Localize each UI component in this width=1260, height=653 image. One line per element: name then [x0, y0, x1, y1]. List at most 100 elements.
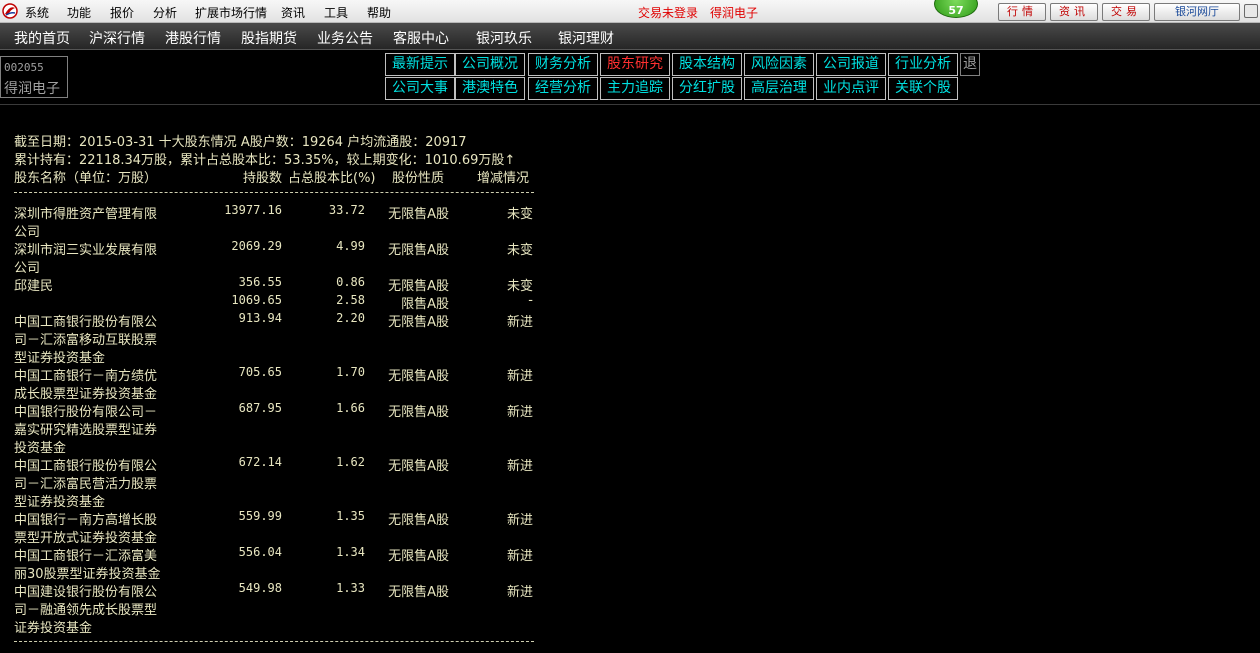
tab-shareholder-research[interactable]: 股东研究 — [600, 53, 670, 76]
holder-name: 投资基金 — [14, 441, 67, 456]
stock-code: 002055 — [4, 61, 44, 74]
tab-financial-analysis[interactable]: 财务分析 — [528, 53, 598, 76]
holder-name: 成长股票型证券投资基金 — [14, 387, 158, 402]
tab-latest-tips[interactable]: 最新提示 — [385, 53, 455, 76]
stock-name: 得润电子 — [4, 81, 60, 97]
tab-risk-factors[interactable]: 风险因素 — [744, 53, 814, 76]
holder-name: 票型开放式证券投资基金 — [14, 531, 158, 546]
holder-share-type: 无限售A股 — [388, 549, 449, 564]
online-hall-button[interactable]: 银河网厅 — [1154, 3, 1240, 21]
holder-name: 公司 — [14, 225, 41, 240]
holder-change: 新进 — [506, 459, 533, 474]
holder-share-type: 无限售A股 — [388, 279, 449, 294]
quote-button[interactable]: 行情 — [998, 3, 1046, 21]
header-change: 增减情况 — [477, 171, 530, 186]
tab-main-force-tracking[interactable]: 主力追踪 — [600, 77, 670, 100]
holder-name: 丽30股票型证券投资基金 — [14, 567, 161, 582]
galaxy-logo-icon — [2, 3, 18, 19]
holder-name: 型证券投资基金 — [14, 351, 106, 366]
header-shares: 持股数 — [242, 171, 282, 186]
nav-index-futures[interactable]: 股指期货 — [241, 28, 297, 48]
exit-tab[interactable]: 退 — [960, 53, 980, 76]
tab-company-profile[interactable]: 公司概况 — [455, 53, 525, 76]
holder-ratio: 1.34 — [336, 545, 365, 559]
summary-line-2: 累计持有：22118.34万股，累计占总股本比：53.35%，较上期变化：101… — [14, 153, 516, 168]
holder-share-type: 无限售A股 — [388, 369, 449, 384]
holder-change: 未变 — [506, 207, 533, 222]
menu-quote[interactable]: 报价 — [110, 4, 134, 21]
tab-company-events[interactable]: 公司大事 — [385, 77, 455, 100]
holder-name: 中国工商银行－南方绩优 — [14, 369, 158, 384]
holder-shares: 913.94 — [238, 311, 282, 325]
nav-galaxy-wealth[interactable]: 银河理财 — [558, 28, 614, 48]
holder-share-type: 限售A股 — [401, 297, 449, 312]
holder-name: 型证券投资基金 — [14, 495, 106, 510]
holder-shares: 2069.29 — [231, 239, 282, 253]
holder-ratio: 0.86 — [336, 275, 365, 289]
holder-change: - — [528, 293, 533, 308]
nav-hk-market[interactable]: 港股行情 — [165, 28, 221, 48]
nav-home[interactable]: 我的首页 — [14, 28, 70, 48]
nav-customer-service[interactable]: 客服中心 — [393, 28, 449, 48]
holder-ratio: 1.66 — [336, 401, 365, 415]
holder-name: 深圳市润三实业发展有限 — [14, 243, 158, 258]
holder-ratio: 1.62 — [336, 455, 365, 469]
tab-industry-comments[interactable]: 业内点评 — [816, 77, 886, 100]
tab-industry-analysis[interactable]: 行业分析 — [888, 53, 958, 76]
menu-help[interactable]: 帮助 — [367, 4, 391, 21]
holder-shares: 687.95 — [238, 401, 282, 415]
settings-icon[interactable] — [1244, 4, 1258, 18]
holder-name: 司－汇添富民营活力股票 — [14, 477, 158, 492]
holder-name: 中国建设银行股份有限公 — [14, 585, 158, 600]
header-holder-name: 股东名称（单位：万股） — [14, 171, 158, 186]
holder-shares: 356.55 — [238, 275, 282, 289]
holder-shares: 556.04 — [238, 545, 282, 559]
holder-share-type: 无限售A股 — [388, 405, 449, 420]
holder-shares: 672.14 — [238, 455, 282, 469]
menu-extended-market[interactable]: 扩展市场行情 — [195, 4, 267, 21]
holder-ratio: 2.20 — [336, 311, 365, 325]
holder-change: 新进 — [506, 549, 533, 564]
holder-name: 中国工商银行股份有限公 — [14, 315, 158, 330]
holder-ratio: 4.99 — [336, 239, 365, 253]
tab-governance[interactable]: 高层治理 — [744, 77, 814, 100]
header-ratio: 占总股本比(%) — [288, 171, 376, 186]
holder-name: 证券投资基金 — [14, 621, 93, 636]
holder-share-type: 无限售A股 — [388, 207, 449, 222]
tab-related-stocks[interactable]: 关联个股 — [888, 77, 958, 100]
menu-analysis[interactable]: 分析 — [153, 4, 177, 21]
menu-news[interactable]: 资讯 — [281, 4, 305, 21]
tab-dividends[interactable]: 分红扩股 — [672, 77, 742, 100]
holder-share-type: 无限售A股 — [388, 315, 449, 330]
trade-login-status: 交易未登录 — [638, 6, 699, 20]
tab-company-reports[interactable]: 公司报道 — [816, 53, 886, 76]
nav-announcements[interactable]: 业务公告 — [317, 28, 373, 48]
notification-badge[interactable]: 57 — [934, 0, 978, 18]
holder-change: 新进 — [506, 369, 533, 384]
nav-galaxy-leisure[interactable]: 银河玖乐 — [476, 28, 532, 48]
tab-hk-macau-features[interactable]: 港澳特色 — [455, 77, 525, 100]
news-button[interactable]: 资讯 — [1050, 3, 1098, 21]
holder-name: 嘉实研究精选股票型证券 — [14, 423, 158, 438]
tab-capital-structure[interactable]: 股本结构 — [672, 53, 742, 76]
trade-button[interactable]: 交易 — [1102, 3, 1150, 21]
holder-change: 新进 — [506, 513, 533, 528]
holder-name: 邱建民 — [14, 279, 54, 294]
table-divider-bottom — [14, 641, 534, 642]
holder-shares: 1069.65 — [231, 293, 282, 307]
holder-share-type: 无限售A股 — [388, 513, 449, 528]
menu-function[interactable]: 功能 — [67, 4, 91, 21]
tab-operation-analysis[interactable]: 经营分析 — [528, 77, 598, 100]
holder-change: 新进 — [506, 585, 533, 600]
holder-ratio: 1.35 — [336, 509, 365, 523]
current-stock-name: 得润电子 — [710, 6, 759, 20]
nav-sh-sz-market[interactable]: 沪深行情 — [89, 28, 145, 48]
holder-change: 未变 — [506, 279, 533, 294]
summary-line-1: 截至日期：2015-03-31 十大股东情况 A股户数：19264 户均流通股：… — [14, 135, 467, 150]
main-nav: 我的首页 沪深行情 港股行情 股指期货 业务公告 客服中心 银河玖乐 银河理财 — [0, 23, 1260, 50]
holder-shares: 13977.16 — [224, 203, 282, 217]
stock-info-box[interactable]: 002055 得润电子 — [0, 56, 68, 98]
menu-system[interactable]: 系统 — [25, 4, 49, 21]
holder-name: 司－汇添富移动互联股票 — [14, 333, 158, 348]
menu-tools[interactable]: 工具 — [324, 4, 348, 21]
